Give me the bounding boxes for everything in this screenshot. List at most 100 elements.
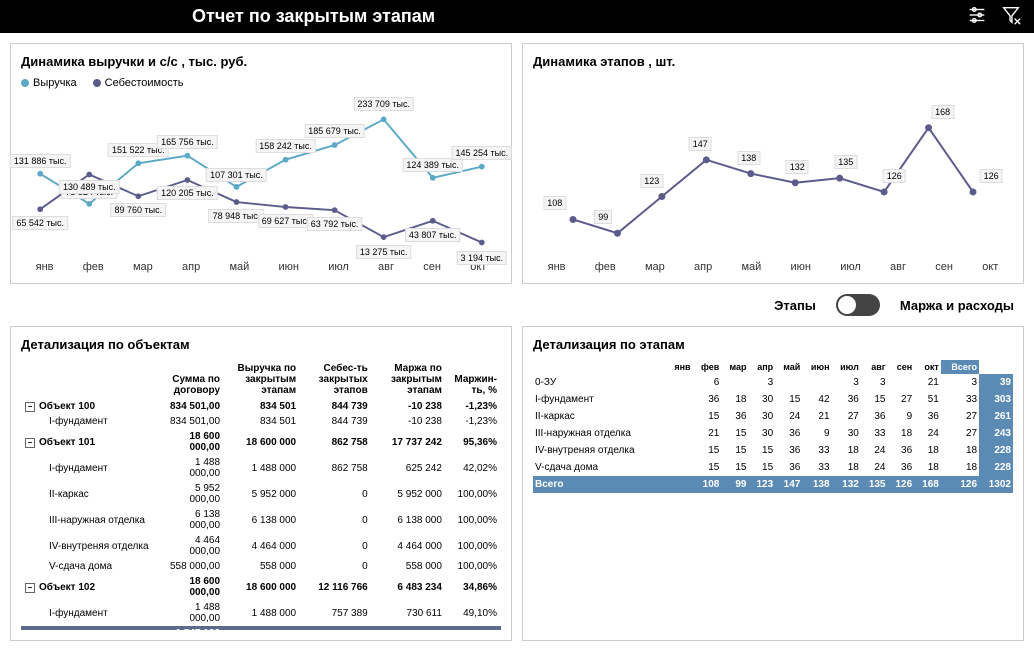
table-cell bbox=[775, 374, 802, 391]
chart-x-axis: янвфевмарапрмайиюниюлавгсенокт bbox=[533, 261, 1013, 273]
collapse-icon[interactable]: − bbox=[25, 438, 35, 448]
table-cell: 18 bbox=[832, 459, 861, 476]
table-cell: 24 bbox=[861, 459, 888, 476]
table-cell: 30 bbox=[832, 425, 861, 442]
table-cell: 4 464 000 bbox=[224, 533, 300, 559]
table-cell bbox=[667, 459, 693, 476]
stages-line-chart[interactable]: 10899123147138132135126168126 bbox=[533, 97, 1013, 257]
table-cell: 36 bbox=[775, 425, 802, 442]
column-header[interactable]: май bbox=[775, 360, 802, 374]
column-header[interactable]: июн bbox=[802, 360, 831, 374]
table-cell: 18 bbox=[914, 442, 941, 459]
data-label: 78 948 тыс. bbox=[209, 209, 265, 223]
table-cell: 108 bbox=[693, 476, 722, 493]
collapse-icon[interactable]: − bbox=[25, 402, 35, 412]
table-cell: 15 bbox=[748, 459, 775, 476]
table-row[interactable]: Всего108991231471381321351261681261302 bbox=[533, 476, 1013, 493]
table-row[interactable]: IV-внутреняя отделка4 464 000,004 464 00… bbox=[21, 533, 501, 559]
table-cell: 51 bbox=[914, 391, 941, 408]
table-cell: 6 138 000 bbox=[372, 507, 446, 533]
column-header[interactable] bbox=[21, 360, 161, 399]
table-cell: 15 bbox=[693, 442, 722, 459]
column-header[interactable]: Выручка по закрытым этапам bbox=[224, 360, 300, 399]
table-row[interactable]: I-фундамент36183015423615275133303 bbox=[533, 391, 1013, 408]
revenue-line-chart[interactable]: 131 886 тыс.75 524 тыс.151 522 тыс.165 7… bbox=[21, 97, 501, 257]
table-row[interactable]: III-наружная отделка21153036930331824272… bbox=[533, 425, 1013, 442]
column-header[interactable]: Себес-ть закрытых этапов bbox=[300, 360, 372, 399]
table-row[interactable]: −Объект 10218 600 000,0018 600 00012 116… bbox=[21, 574, 501, 600]
data-label: 3 194 тыс. bbox=[456, 251, 507, 265]
column-header[interactable]: сен bbox=[888, 360, 915, 374]
table-cell: 1 488 000 bbox=[224, 600, 300, 626]
stages-table[interactable]: янвфевмарапрмайиюниюлавгсеноктВсего 0-ЗУ… bbox=[533, 360, 1013, 493]
toggle-label-left: Этапы bbox=[774, 298, 816, 313]
table-cell: 834 501 bbox=[224, 399, 300, 414]
table-cell: 18 bbox=[888, 425, 915, 442]
data-label: 145 254 тыс. bbox=[451, 146, 512, 160]
table-row[interactable]: IV-внутреняя отделка15151536331824361818… bbox=[533, 442, 1013, 459]
table-row[interactable]: V-сдача дома558 000,00558 0000558 000100… bbox=[21, 559, 501, 574]
table-cell: I-фундамент bbox=[21, 600, 161, 626]
column-header[interactable]: окт bbox=[914, 360, 941, 374]
table-row[interactable]: II-каркас5 952 000,005 952 00005 952 000… bbox=[21, 481, 501, 507]
legend-item-cost[interactable]: Себестоимость bbox=[93, 77, 184, 89]
table-cell: 36 bbox=[775, 442, 802, 459]
data-label: 135 bbox=[834, 155, 857, 169]
axis-label: янв bbox=[548, 261, 566, 273]
data-label: 89 760 тыс. bbox=[111, 203, 167, 217]
table-row[interactable]: −Объект 100834 501,00834 501844 739-10 2… bbox=[21, 399, 501, 414]
table-cell: 757 389 bbox=[300, 600, 372, 626]
axis-label: окт bbox=[982, 261, 998, 273]
legend-item-revenue[interactable]: Выручка bbox=[21, 77, 77, 89]
table-row[interactable]: III-наружная отделка6 138 000,006 138 00… bbox=[21, 507, 501, 533]
axis-label: янв bbox=[36, 261, 54, 273]
table-cell: I-фундамент bbox=[21, 414, 161, 429]
table-cell: 303 bbox=[979, 391, 1013, 408]
column-header[interactable]: мар bbox=[721, 360, 748, 374]
table-row[interactable]: −Объект 10118 600 000,0018 600 000862 75… bbox=[21, 429, 501, 455]
table-cell: 49,10% bbox=[446, 600, 501, 626]
table-cell: 558 000 bbox=[224, 559, 300, 574]
table-row[interactable]: I-фундамент834 501,00834 501844 739-10 2… bbox=[21, 414, 501, 429]
table-cell: 5 952 000,00 bbox=[161, 481, 224, 507]
table-cell: −Объект 100 bbox=[21, 399, 161, 414]
table-cell: 36 bbox=[888, 442, 915, 459]
settings-icon[interactable] bbox=[966, 4, 988, 29]
table-row[interactable]: II-каркас1536302421273693627261 bbox=[533, 408, 1013, 425]
column-header[interactable]: апр bbox=[748, 360, 775, 374]
stages-chart-card: Динамика этапов , шт. 108991231471381321… bbox=[522, 43, 1024, 284]
table-cell: 33 bbox=[802, 459, 831, 476]
axis-label: авг bbox=[378, 261, 394, 273]
filter-clear-icon[interactable] bbox=[1000, 4, 1022, 29]
table-row[interactable]: I-фундамент1 488 000,001 488 000757 3897… bbox=[21, 600, 501, 626]
column-header[interactable]: фев bbox=[693, 360, 722, 374]
table-row[interactable]: Всего1 547 132 226,761 547 132 227610 76… bbox=[21, 626, 501, 630]
table-cell: 24 bbox=[914, 425, 941, 442]
view-toggle[interactable] bbox=[836, 294, 880, 316]
column-header[interactable]: авг bbox=[861, 360, 888, 374]
column-header[interactable]: Всего bbox=[941, 360, 979, 374]
data-label: 120 205 тыс. bbox=[157, 186, 218, 200]
table-cell: 862 758 bbox=[300, 429, 372, 455]
data-label: 65 542 тыс. bbox=[12, 216, 68, 230]
objects-table[interactable]: Сумма по договоруВыручка по закрытым эта… bbox=[21, 360, 501, 630]
column-header[interactable] bbox=[533, 360, 667, 374]
column-header[interactable]: июл bbox=[832, 360, 861, 374]
table-row[interactable]: I-фундамент1 488 000,001 488 000862 7586… bbox=[21, 455, 501, 481]
table-cell: 5 952 000 bbox=[224, 481, 300, 507]
column-header[interactable]: янв bbox=[667, 360, 693, 374]
table-row[interactable]: V-сдача дома15151536331824361818228 bbox=[533, 459, 1013, 476]
table-cell: 3 bbox=[832, 374, 861, 391]
axis-label: апр bbox=[694, 261, 712, 273]
table-row[interactable]: 0-ЗУ633321339 bbox=[533, 374, 1013, 391]
column-header[interactable]: Сумма по договору bbox=[161, 360, 224, 399]
axis-label: май bbox=[229, 261, 249, 273]
table-cell: -1,23% bbox=[446, 414, 501, 429]
collapse-icon[interactable]: − bbox=[25, 583, 35, 593]
column-header[interactable]: Маржа по закрытым этапам bbox=[372, 360, 446, 399]
table-cell: 33 bbox=[941, 391, 979, 408]
axis-label: фев bbox=[83, 261, 104, 273]
axis-label: май bbox=[741, 261, 761, 273]
table-cell: 15 bbox=[693, 459, 722, 476]
column-header[interactable]: Маржин-ть, % bbox=[446, 360, 501, 399]
